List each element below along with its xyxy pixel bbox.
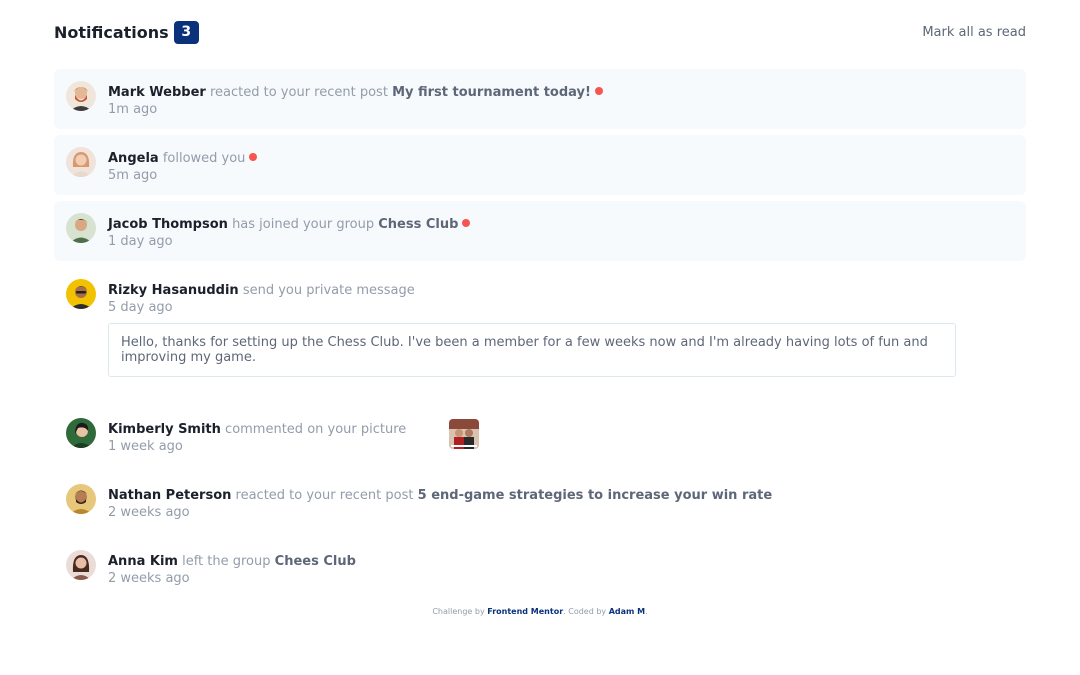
header-left: Notifications 3 bbox=[54, 20, 199, 44]
notification-text: Kimberly Smith commented on your picture bbox=[108, 421, 1014, 439]
notification-text: Anna Kim left the group Chees Club bbox=[108, 553, 1014, 571]
notification-body: Jacob Thompson has joined your group Che… bbox=[108, 213, 1014, 249]
frontend-mentor-link[interactable]: Frontend Mentor bbox=[487, 607, 563, 616]
post-link[interactable]: 5 end-game strategies to increase your w… bbox=[418, 488, 773, 503]
notification-item[interactable]: Anna Kim left the group Chees Club 2 wee… bbox=[54, 538, 1026, 598]
notification-text: Nathan Peterson reacted to your recent p… bbox=[108, 487, 1014, 505]
timestamp: 2 weeks ago bbox=[108, 571, 190, 586]
notification-item[interactable]: Mark Webber reacted to your recent post … bbox=[54, 69, 1026, 129]
action-text: has joined your group bbox=[232, 217, 375, 232]
notification-item[interactable]: Kimberly Smith commented on your picture… bbox=[54, 406, 1026, 466]
post-link[interactable]: My first tournament today! bbox=[392, 85, 591, 100]
user-name[interactable]: Anna Kim bbox=[108, 554, 178, 569]
user-name[interactable]: Mark Webber bbox=[108, 85, 206, 100]
private-message-preview[interactable]: Hello, thanks for setting up the Chess C… bbox=[108, 323, 956, 377]
avatar-anna-kim[interactable] bbox=[66, 550, 96, 580]
footer-middle: . Coded by bbox=[563, 607, 607, 616]
notification-item[interactable]: Angela followed you 5m ago bbox=[54, 135, 1026, 195]
notification-text: Jacob Thompson has joined your group Che… bbox=[108, 216, 1014, 234]
user-name[interactable]: Angela bbox=[108, 151, 159, 166]
user-name[interactable]: Jacob Thompson bbox=[108, 217, 228, 232]
action-text: commented on your picture bbox=[225, 422, 407, 437]
notification-body: Angela followed you 5m ago bbox=[108, 147, 1014, 183]
notification-text: Rizky Hasanuddin send you private messag… bbox=[108, 282, 1014, 300]
footer-suffix: . bbox=[645, 607, 648, 616]
timestamp: 2 weeks ago bbox=[108, 505, 190, 520]
timestamp: 1m ago bbox=[108, 102, 158, 117]
timestamp: 5 day ago bbox=[108, 300, 173, 315]
user-name[interactable]: Nathan Peterson bbox=[108, 488, 231, 503]
unread-dot bbox=[594, 87, 603, 95]
avatar-angela[interactable] bbox=[66, 147, 96, 177]
notifications-panel: Notifications 3 Mark all as read Mark We… bbox=[54, 20, 1026, 604]
commented-picture-thumbnail[interactable] bbox=[449, 419, 479, 449]
notification-body: Rizky Hasanuddin send you private messag… bbox=[108, 279, 1014, 377]
notification-item[interactable]: Nathan Peterson reacted to your recent p… bbox=[54, 472, 1026, 532]
unread-count-badge: 3 bbox=[173, 20, 199, 44]
attribution-footer: Challenge by Frontend Mentor. Coded by A… bbox=[0, 607, 1080, 616]
action-text: left the group bbox=[182, 554, 271, 569]
footer-prefix: Challenge by bbox=[432, 607, 485, 616]
action-text: reacted to your recent post bbox=[209, 85, 388, 100]
header: Notifications 3 Mark all as read bbox=[54, 20, 1026, 44]
timestamp: 1 day ago bbox=[108, 234, 173, 249]
notification-body: Mark Webber reacted to your recent post … bbox=[108, 81, 1014, 117]
avatar-kimberly-smith[interactable] bbox=[66, 418, 96, 448]
user-name[interactable]: Rizky Hasanuddin bbox=[108, 283, 239, 298]
avatar-jacob-thompson[interactable] bbox=[66, 213, 96, 243]
timestamp: 1 week ago bbox=[108, 439, 183, 454]
page-title: Notifications bbox=[54, 22, 169, 42]
group-link[interactable]: Chees Club bbox=[275, 554, 356, 569]
action-text: send you private message bbox=[242, 283, 415, 298]
notification-item[interactable]: Rizky Hasanuddin send you private messag… bbox=[54, 267, 1026, 400]
notification-body: Anna Kim left the group Chees Club 2 wee… bbox=[108, 550, 1014, 586]
notification-text: Angela followed you bbox=[108, 150, 1014, 168]
notification-body: Nathan Peterson reacted to your recent p… bbox=[108, 484, 1014, 520]
timestamp: 5m ago bbox=[108, 168, 158, 183]
action-text: followed you bbox=[162, 151, 246, 166]
unread-dot bbox=[462, 219, 471, 227]
unread-dot bbox=[249, 153, 258, 161]
mark-all-read-button[interactable]: Mark all as read bbox=[922, 25, 1026, 40]
notification-text: Mark Webber reacted to your recent post … bbox=[108, 84, 1014, 102]
avatar-nathan-peterson[interactable] bbox=[66, 484, 96, 514]
avatar-rizky-hasanuddin[interactable] bbox=[66, 279, 96, 309]
notification-body: Kimberly Smith commented on your picture… bbox=[108, 418, 1014, 454]
avatar-mark-webber[interactable] bbox=[66, 81, 96, 111]
group-link[interactable]: Chess Club bbox=[378, 217, 458, 232]
notification-item[interactable]: Jacob Thompson has joined your group Che… bbox=[54, 201, 1026, 261]
action-text: reacted to your recent post bbox=[235, 488, 414, 503]
author-link[interactable]: Adam M bbox=[609, 607, 645, 616]
user-name[interactable]: Kimberly Smith bbox=[108, 422, 221, 437]
